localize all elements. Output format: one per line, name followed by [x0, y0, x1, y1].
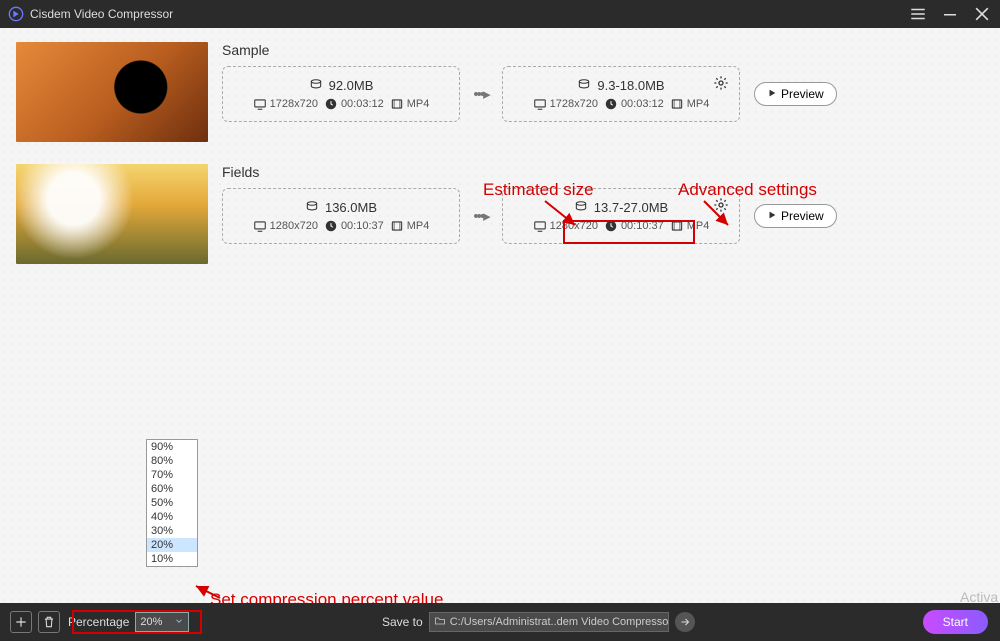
target-card: 13.7-27.0MB 1280x720 00:10:37 MP4 [502, 188, 740, 244]
film-icon [390, 219, 404, 233]
settings-gear-icon[interactable] [713, 75, 729, 96]
disk-icon [574, 200, 588, 214]
percentage-select[interactable]: 20% [135, 612, 189, 632]
video-item: Sample 92.0MB 1728x720 00:03:12 MP4 •••▸ [0, 28, 1000, 150]
target-size: 9.3-18.0MB [597, 78, 664, 93]
content-area: Sample 92.0MB 1728x720 00:03:12 MP4 •••▸ [0, 28, 1000, 603]
percentage-option[interactable]: 50% [147, 496, 197, 510]
percentage-label: Percentage [68, 615, 129, 629]
video-name: Sample [222, 42, 984, 58]
percentage-option[interactable]: 40% [147, 510, 197, 524]
source-size: 92.0MB [329, 78, 374, 93]
minimize-icon[interactable] [940, 4, 960, 24]
disk-icon [309, 78, 323, 92]
clock-icon [604, 219, 618, 233]
add-file-button[interactable] [10, 611, 32, 633]
arrow-icon: •••▸ [460, 207, 502, 225]
video-item: Fields 136.0MB 1280x720 00:10:37 MP4 •••… [0, 150, 1000, 272]
app-logo-icon [8, 6, 24, 22]
settings-gear-icon[interactable] [713, 197, 729, 218]
play-icon [767, 87, 777, 101]
open-folder-button[interactable] [675, 612, 695, 632]
preview-button[interactable]: Preview [754, 82, 837, 106]
monitor-icon [533, 219, 547, 233]
delete-button[interactable] [38, 611, 60, 633]
percentage-dropdown-popup[interactable]: 90%80%70%60%50%40%30%20%10% [146, 439, 198, 567]
save-path-field[interactable]: C:/Users/Administrat..dem Video Compress… [429, 612, 669, 632]
film-icon [670, 219, 684, 233]
app-title: Cisdem Video Compressor [30, 7, 173, 21]
percentage-option[interactable]: 70% [147, 468, 197, 482]
chevron-down-icon [174, 616, 184, 629]
monitor-icon [533, 97, 547, 111]
disk-icon [577, 78, 591, 92]
menu-icon[interactable] [908, 4, 928, 24]
percentage-option[interactable]: 10% [147, 552, 197, 566]
titlebar: Cisdem Video Compressor [0, 0, 1000, 28]
folder-icon [434, 615, 446, 630]
monitor-icon [253, 219, 267, 233]
percentage-option[interactable]: 20% [147, 538, 197, 552]
percentage-option[interactable]: 80% [147, 454, 197, 468]
video-thumbnail[interactable] [16, 164, 208, 264]
target-card: 9.3-18.0MB 1728x720 00:03:12 MP4 [502, 66, 740, 122]
video-thumbnail[interactable] [16, 42, 208, 142]
source-card: 92.0MB 1728x720 00:03:12 MP4 [222, 66, 460, 122]
play-icon [767, 209, 777, 223]
save-to-label: Save to [382, 615, 423, 629]
watermark: Activa Go to [960, 588, 1000, 603]
percentage-option[interactable]: 30% [147, 524, 197, 538]
film-icon [390, 97, 404, 111]
annotation-percent: Set compression percent value [210, 590, 443, 603]
percentage-option[interactable]: 90% [147, 440, 197, 454]
preview-button[interactable]: Preview [754, 204, 837, 228]
clock-icon [324, 219, 338, 233]
source-size: 136.0MB [325, 200, 377, 215]
target-size: 13.7-27.0MB [594, 200, 668, 215]
film-icon [670, 97, 684, 111]
percentage-option[interactable]: 60% [147, 482, 197, 496]
monitor-icon [253, 97, 267, 111]
source-card: 136.0MB 1280x720 00:10:37 MP4 [222, 188, 460, 244]
start-button[interactable]: Start [923, 610, 988, 634]
video-name: Fields [222, 164, 984, 180]
arrow-icon: •••▸ [460, 85, 502, 103]
clock-icon [604, 97, 618, 111]
close-icon[interactable] [972, 4, 992, 24]
clock-icon [324, 97, 338, 111]
disk-icon [305, 200, 319, 214]
bottombar: Percentage 20% Save to C:/Users/Administ… [0, 603, 1000, 641]
